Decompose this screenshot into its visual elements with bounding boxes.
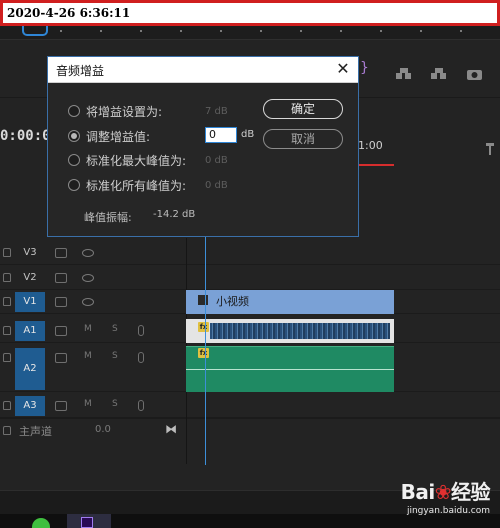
waveform: [210, 323, 390, 339]
option-adjust-gain[interactable]: 调整增益值:: [68, 128, 268, 146]
track-label-a3[interactable]: A3: [15, 396, 45, 416]
mute-button[interactable]: M: [84, 399, 92, 409]
track-label-a1[interactable]: A1: [15, 321, 45, 341]
audio-clip-a1[interactable]: fx: [186, 319, 394, 343]
track-label-v2[interactable]: V2: [15, 268, 45, 288]
fx-badge: fx: [198, 348, 209, 358]
radio-adjust-gain[interactable]: [68, 130, 80, 142]
mute-button[interactable]: M: [84, 351, 92, 361]
track-row-v2: V2: [0, 266, 500, 290]
lock-icon[interactable]: [3, 326, 11, 335]
master-track-row: 主声道 0.0 ⧓: [0, 418, 500, 440]
set-gain-value: 7 dB: [205, 106, 228, 117]
peak-amplitude-value: -14.2 dB: [153, 209, 196, 220]
master-volume-value[interactable]: 0.0: [95, 424, 111, 435]
film-icon[interactable]: [55, 273, 67, 283]
master-track-label: 主声道: [19, 425, 52, 438]
option-adjust-gain-label: 调整增益值:: [86, 130, 151, 144]
ok-button[interactable]: 确定: [263, 99, 343, 119]
solo-button[interactable]: S: [112, 399, 118, 409]
option-normalize-max[interactable]: 标准化最大峰值为:: [68, 152, 268, 170]
timestamp-text: 2020-4-26 6:36:11: [7, 6, 131, 20]
normalize-all-value: 0 dB: [205, 180, 228, 191]
watermark-url: jingyan.baidu.com: [406, 506, 490, 516]
gain-input[interactable]: 0: [205, 127, 237, 143]
wrench-icon[interactable]: [484, 140, 500, 155]
render-bar: [356, 164, 394, 166]
option-set-gain-label: 将增益设置为:: [86, 105, 163, 119]
mic-icon[interactable]: [138, 325, 144, 336]
lock-icon[interactable]: [3, 353, 11, 362]
option-normalize-all[interactable]: 标准化所有峰值为:: [68, 177, 268, 195]
sync-lock-icon[interactable]: [55, 401, 67, 411]
timecode-display[interactable]: 0:00:0: [0, 128, 51, 144]
option-normalize-all-label: 标准化所有峰值为:: [86, 179, 187, 193]
close-icon[interactable]: ✕: [334, 58, 352, 80]
mic-icon[interactable]: [138, 400, 144, 411]
clip-icon: [198, 295, 208, 305]
bowtie-icon[interactable]: ⧓: [165, 422, 177, 436]
cancel-button[interactable]: 取消: [263, 129, 343, 149]
extract-icon[interactable]: [430, 65, 446, 79]
timestamp-overlay: 2020-4-26 6:36:11: [0, 0, 500, 26]
sync-lock-icon[interactable]: [55, 353, 67, 363]
sync-lock-icon[interactable]: [55, 326, 67, 336]
option-normalize-max-label: 标准化最大峰值为:: [86, 154, 187, 168]
audio-clip-a2[interactable]: fx: [186, 346, 394, 392]
eye-icon[interactable]: [82, 249, 94, 257]
lock-icon[interactable]: [3, 401, 11, 410]
option-set-gain[interactable]: 将增益设置为:: [68, 103, 268, 121]
gain-unit: dB: [241, 129, 255, 140]
film-icon[interactable]: [55, 297, 67, 307]
radio-normalize-max[interactable]: [68, 154, 80, 166]
track-row-a3: A3 M S: [0, 394, 500, 418]
track-label-a2[interactable]: A2: [15, 348, 45, 390]
watermark-brand-left: Bai: [400, 480, 436, 504]
watermark-brand-right: 经验: [451, 480, 491, 504]
top-ruler[interactable]: [0, 26, 500, 40]
lock-icon[interactable]: [3, 273, 11, 282]
solo-button[interactable]: S: [112, 324, 118, 334]
lock-icon[interactable]: [3, 297, 11, 306]
track-label-v1[interactable]: V1: [15, 292, 45, 312]
track-row-v3: V3: [0, 241, 500, 265]
mute-button[interactable]: M: [84, 324, 92, 334]
track-label-v3[interactable]: V3: [15, 243, 45, 263]
audio-gain-dialog: 音频增益 ✕ 将增益设置为: 7 dB 调整增益值: 0 dB 标准化最大峰值为…: [47, 56, 359, 237]
watermark-brand: Bai❀经验: [400, 476, 491, 505]
lock-icon[interactable]: [3, 248, 11, 257]
eye-icon[interactable]: [82, 298, 94, 306]
eye-icon[interactable]: [82, 274, 94, 282]
playhead-handle[interactable]: [22, 26, 48, 36]
dialog-titlebar[interactable]: 音频增益 ✕: [48, 57, 358, 83]
camera-icon[interactable]: [467, 65, 483, 80]
normalize-max-value: 0 dB: [205, 155, 228, 166]
radio-normalize-all[interactable]: [68, 179, 80, 191]
solo-button[interactable]: S: [112, 351, 118, 361]
lock-icon[interactable]: [3, 426, 11, 435]
peak-amplitude-label: 峰值振幅:: [84, 211, 132, 224]
dialog-title: 音频增益: [56, 64, 105, 78]
taskbar-premiere-icon[interactable]: [67, 514, 111, 528]
volume-line[interactable]: [186, 369, 394, 370]
mic-icon[interactable]: [138, 352, 144, 363]
paw-icon: ❀: [434, 480, 452, 504]
film-icon[interactable]: [55, 248, 67, 258]
fx-badge: fx: [198, 322, 209, 332]
ruler-time-label: 1:00: [358, 139, 383, 152]
braces-icon[interactable]: }: [360, 60, 376, 76]
radio-set-gain[interactable]: [68, 105, 80, 117]
lift-icon[interactable]: [395, 65, 411, 79]
watermark: Bai❀经验 jingyan.baidu.com: [400, 476, 491, 516]
video-clip[interactable]: 小视频: [186, 290, 394, 314]
video-clip-label: 小视频: [216, 295, 249, 308]
